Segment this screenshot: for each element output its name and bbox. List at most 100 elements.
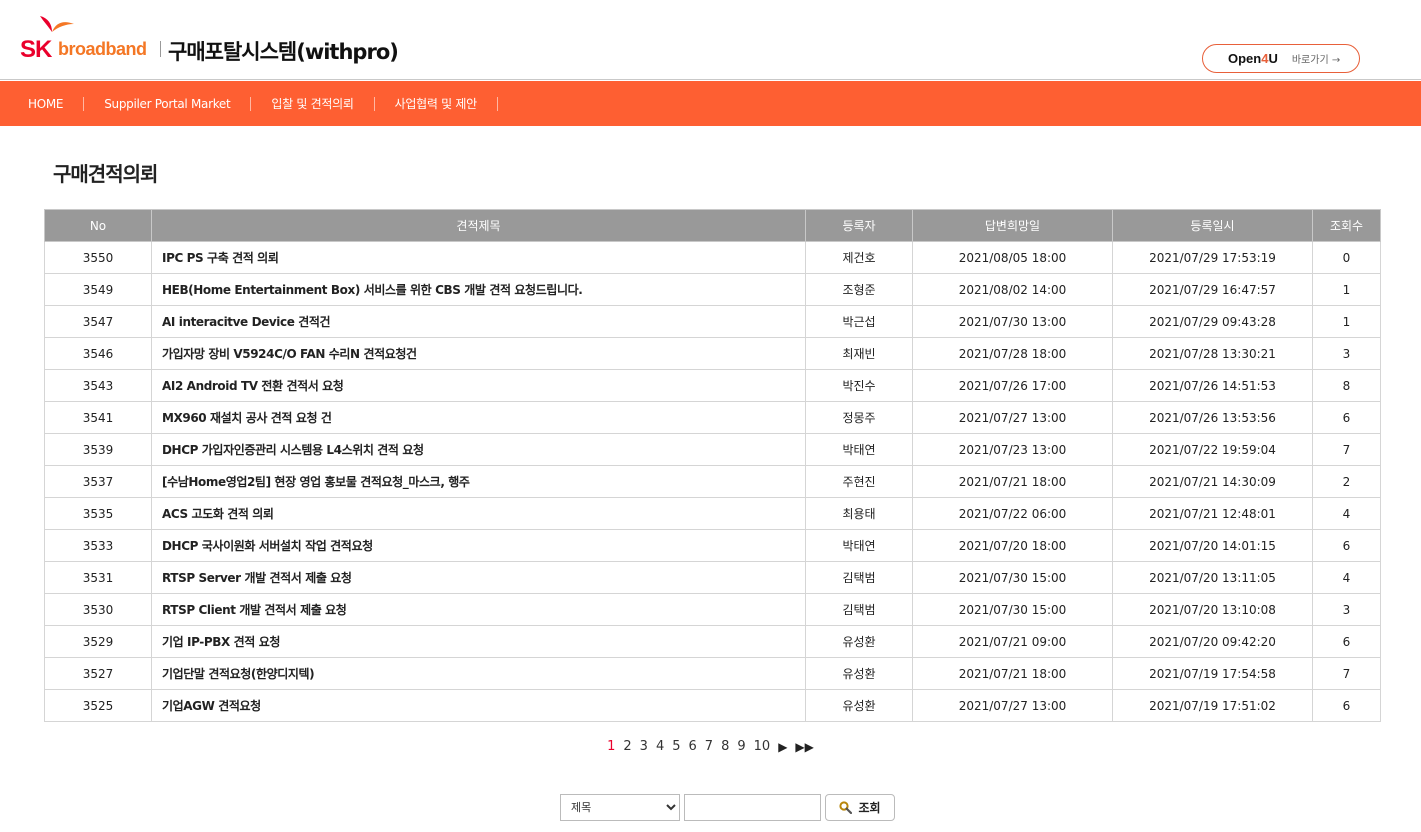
cell-title[interactable]: AI interacitve Device 견적건	[151, 305, 806, 338]
cell-registrant: 박진수	[805, 369, 913, 402]
table-row[interactable]: 3541 MX960 재설치 공사 견적 요청 건 정몽주 2021/07/27 13…	[44, 401, 1381, 434]
cell-registrant: 최용태	[805, 497, 913, 530]
page-link-10[interactable]: 10	[754, 739, 771, 754]
table-row[interactable]: 3537 [수남Home영업2팀] 현장 영업 홍보물 견적요청_마스크, 행주 주…	[44, 465, 1381, 498]
cell-title[interactable]: IPC PS 구축 견적 의뢰	[151, 241, 806, 274]
quotation-request-table: No 견적제목 등록자 답변희망일 등록일시 조회수 3550 IPC PS 구축…	[44, 209, 1381, 722]
page-link-5[interactable]: 5	[672, 739, 680, 754]
cell-views: 2	[1312, 465, 1381, 498]
cell-registrant: 제건호	[805, 241, 913, 274]
cell-registrant: 박태연	[805, 433, 913, 466]
cell-title[interactable]: 기업 IP-PBX 견적 요청	[151, 625, 806, 658]
cell-title[interactable]: [수남Home영업2팀] 현장 영업 홍보물 견적요청_마스크, 행주	[151, 465, 806, 498]
table-header-row: No 견적제목 등록자 답변희망일 등록일시 조회수	[44, 209, 1381, 242]
cell-views: 6	[1312, 625, 1381, 658]
nav-item-home[interactable]: HOME	[8, 96, 85, 111]
cell-reply-due-date: 2021/07/27 13:00	[912, 689, 1113, 722]
cell-registered-at: 2021/07/29 16:47:57	[1112, 273, 1313, 306]
cell-reply-due-date: 2021/07/20 18:00	[912, 529, 1113, 562]
cell-registered-at: 2021/07/21 14:30:09	[1112, 465, 1313, 498]
cell-title[interactable]: HEB(Home Entertainment Box) 서비스를 위한 CBS …	[151, 273, 806, 306]
cell-title[interactable]: DHCP 국사이원화 서버설치 작업 견적요청	[151, 529, 806, 562]
table-row[interactable]: 3550 IPC PS 구축 견적 의뢰 제건호 2021/08/05 18:00 20…	[44, 241, 1381, 274]
cell-reply-due-date: 2021/07/21 18:00	[912, 657, 1113, 690]
cell-title[interactable]: 가입자망 장비 V5924C/O FAN 수리N 견적요청건	[151, 337, 806, 370]
cell-title[interactable]: MX960 재설치 공사 견적 요청 건	[151, 401, 806, 434]
nav-item-business-proposal[interactable]: 사업협력 및 제안	[375, 96, 498, 111]
open4u-label: Open4U	[1228, 51, 1278, 66]
cell-registered-at: 2021/07/29 09:43:28	[1112, 305, 1313, 338]
page-link-2[interactable]: 2	[623, 739, 631, 754]
nav-item-supplier-portal-market[interactable]: Suppiler Portal Market	[84, 96, 252, 111]
page-link-6[interactable]: 6	[689, 739, 697, 754]
cell-registered-at: 2021/07/19 17:51:02	[1112, 689, 1313, 722]
search-button[interactable]: 조회	[825, 794, 895, 821]
open4u-button[interactable]: Open4U 바로가기 →	[1202, 44, 1360, 73]
cell-registrant: 박근섭	[805, 305, 913, 338]
cell-registrant: 조형준	[805, 273, 913, 306]
cell-reply-due-date: 2021/07/30 15:00	[912, 561, 1113, 594]
cell-registrant: 김택범	[805, 561, 913, 594]
cell-registrant: 유성환	[805, 689, 913, 722]
cell-no: 3550	[44, 241, 152, 274]
page-link-3[interactable]: 3	[640, 739, 648, 754]
cell-views: 6	[1312, 529, 1381, 562]
cell-views: 3	[1312, 337, 1381, 370]
page-link-9[interactable]: 9	[737, 739, 745, 754]
cell-reply-due-date: 2021/07/30 15:00	[912, 593, 1113, 626]
search-field-select[interactable]: 제목	[560, 794, 680, 821]
cell-title[interactable]: RTSP Server 개발 견적서 제출 요청	[151, 561, 806, 594]
cell-registered-at: 2021/07/22 19:59:04	[1112, 433, 1313, 466]
table-row[interactable]: 3525 기업AGW 견적요청 유성환 2021/07/27 13:00 2021/07…	[44, 689, 1381, 722]
table-row[interactable]: 3546 가입자망 장비 V5924C/O FAN 수리N 견적요청건 최재빈 202…	[44, 337, 1381, 370]
column-header-reply-due-date: 답변희망일	[912, 209, 1113, 242]
table-row[interactable]: 3530 RTSP Client 개발 견적서 제출 요청 김택범 2021/07/3…	[44, 593, 1381, 626]
header: SK broadband 구매포탈시스템(withpro) Open4U 바로가…	[0, 0, 1421, 80]
logo-broadband-text: broadband	[58, 39, 147, 59]
cell-views: 7	[1312, 657, 1381, 690]
cell-no: 3541	[44, 401, 152, 434]
table-row[interactable]: 3539 DHCP 가입자인증관리 시스템용 L4스위치 견적 요청 박태연 2021…	[44, 433, 1381, 466]
cell-title[interactable]: DHCP 가입자인증관리 시스템용 L4스위치 견적 요청	[151, 433, 806, 466]
page-link-4[interactable]: 4	[656, 739, 664, 754]
cell-registered-at: 2021/07/26 14:51:53	[1112, 369, 1313, 402]
cell-title[interactable]: RTSP Client 개발 견적서 제출 요청	[151, 593, 806, 626]
page-link-7[interactable]: 7	[705, 739, 713, 754]
page-link-8[interactable]: 8	[721, 739, 729, 754]
column-header-registrant: 등록자	[805, 209, 913, 242]
logo-divider	[160, 41, 161, 57]
cell-views: 3	[1312, 593, 1381, 626]
nav-item-bidding-quotation[interactable]: 입찰 및 견적의뢰	[251, 96, 375, 111]
table-row[interactable]: 3547 AI interacitve Device 견적건 박근섭 2021/07/…	[44, 305, 1381, 338]
table-row[interactable]: 3543 AI2 Android TV 전환 견적서 요청 박진수 2021/07/2…	[44, 369, 1381, 402]
cell-reply-due-date: 2021/07/30 13:00	[912, 305, 1113, 338]
cell-views: 1	[1312, 305, 1381, 338]
search-input[interactable]	[684, 794, 821, 821]
table-row[interactable]: 3531 RTSP Server 개발 견적서 제출 요청 김택범 2021/07/3…	[44, 561, 1381, 594]
cell-views: 4	[1312, 497, 1381, 530]
last-page-icon[interactable]: ▶▶	[795, 740, 813, 754]
site-title: 구매포탈시스템(withpro)	[168, 40, 399, 64]
cell-views: 8	[1312, 369, 1381, 402]
next-page-icon[interactable]: ▶	[778, 740, 787, 754]
column-header-no: No	[44, 209, 152, 242]
cell-title[interactable]: 기업단말 견적요청(한양디지텍)	[151, 657, 806, 690]
table-row[interactable]: 3527 기업단말 견적요청(한양디지텍) 유성환 2021/07/21 18:00 2…	[44, 657, 1381, 690]
table-row[interactable]: 3533 DHCP 국사이원화 서버설치 작업 견적요청 박태연 2021/07/20…	[44, 529, 1381, 562]
cell-title[interactable]: 기업AGW 견적요청	[151, 689, 806, 722]
cell-title[interactable]: AI2 Android TV 전환 견적서 요청	[151, 369, 806, 402]
table-row[interactable]: 3529 기업 IP-PBX 견적 요청 유성환 2021/07/21 09:00 20…	[44, 625, 1381, 658]
cell-views: 4	[1312, 561, 1381, 594]
page-title: 구매견적의뢰	[53, 162, 158, 186]
table-row[interactable]: 3549 HEB(Home Entertainment Box) 서비스를 위한 …	[44, 273, 1381, 306]
table-body: 3550 IPC PS 구축 견적 의뢰 제건호 2021/08/05 18:00 20…	[44, 241, 1381, 722]
cell-registrant: 박태연	[805, 529, 913, 562]
table-row[interactable]: 3535 ACS 고도화 견적 의뢰 최용태 2021/07/22 06:00 2021…	[44, 497, 1381, 530]
cell-no: 3549	[44, 273, 152, 306]
search-icon	[839, 801, 853, 814]
cell-views: 1	[1312, 273, 1381, 306]
cell-reply-due-date: 2021/07/27 13:00	[912, 401, 1113, 434]
cell-title[interactable]: ACS 고도화 견적 의뢰	[151, 497, 806, 530]
cell-reply-due-date: 2021/07/21 09:00	[912, 625, 1113, 658]
page-link-1[interactable]: 1	[607, 739, 615, 754]
